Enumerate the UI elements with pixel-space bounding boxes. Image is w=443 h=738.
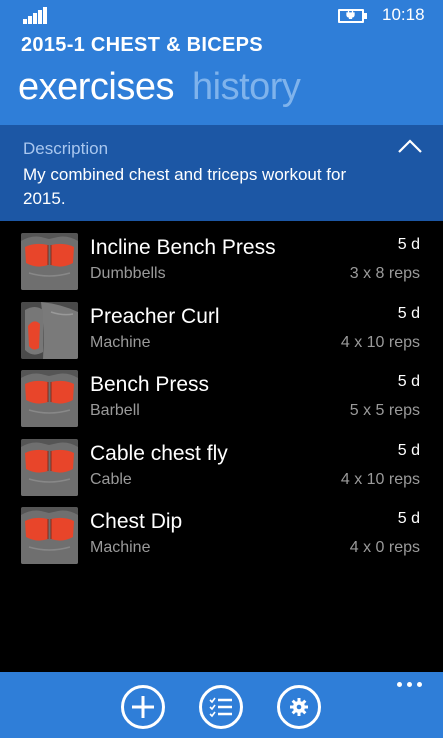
exercise-days: 5 d: [397, 510, 420, 527]
clock: 10:18: [382, 5, 425, 24]
add-button[interactable]: [121, 685, 165, 729]
battery-charging-icon: [338, 9, 368, 23]
chest-muscle-icon: [21, 439, 78, 496]
exercise-equipment: Machine: [90, 334, 151, 351]
exercise-name: Preacher Curl: [90, 305, 220, 328]
header: 10:18 2015-1 CHEST & BICEPS exercises his…: [0, 0, 443, 125]
exercise-name: Chest Dip: [90, 510, 183, 533]
description-label: Description: [23, 139, 109, 158]
settings-gear-icon: [290, 698, 308, 716]
exercise-days: 5 d: [397, 305, 420, 322]
settings-button[interactable]: [277, 685, 321, 729]
chest-muscle-icon: [21, 370, 78, 427]
more-ellipsis-icon[interactable]: [397, 682, 423, 688]
exercise-equipment: Machine: [90, 539, 151, 556]
checklist-icon: [209, 697, 232, 718]
exercise-reps: 5 x 5 reps: [349, 402, 420, 419]
exercise-reps: 4 x 10 reps: [340, 334, 420, 351]
chest-muscle-icon: [21, 507, 78, 564]
list-item[interactable]: Chest Dip Machine 5 d 4 x 0 reps: [0, 504, 443, 566]
description-text: My combined chest and triceps workout fo…: [23, 165, 347, 208]
exercise-days: 5 d: [397, 442, 420, 459]
exercise-reps: 3 x 8 reps: [349, 265, 420, 282]
list-item[interactable]: Bench Press Barbell 5 d 5 x 5 reps: [0, 367, 443, 429]
exercise-name: Bench Press: [90, 373, 210, 396]
exercise-reps: 4 x 10 reps: [340, 471, 420, 488]
exercise-name: Cable chest fly: [90, 442, 228, 465]
exercise-equipment: Cable: [90, 471, 132, 488]
exercise-equipment: Barbell: [90, 402, 140, 419]
list-item[interactable]: Incline Bench Press Dumbbells 5 d 3 x 8 …: [0, 230, 443, 292]
chevron-up-icon[interactable]: [398, 139, 422, 153]
exercise-reps: 4 x 0 reps: [349, 539, 420, 556]
chest-muscle-icon: [21, 233, 78, 290]
pivot-tabs: exercises history: [18, 66, 301, 118]
exercise-name: Incline Bench Press: [90, 236, 276, 259]
tab-history[interactable]: history: [192, 66, 301, 108]
page-title: 2015-1 CHEST & BICEPS: [21, 34, 263, 56]
tab-exercises[interactable]: exercises: [18, 66, 175, 108]
list-item[interactable]: Cable chest fly Cable 5 d 4 x 10 reps: [0, 436, 443, 498]
description-panel[interactable]: Description My combined chest and tricep…: [0, 125, 443, 221]
signal-bars-icon: [23, 6, 50, 24]
app-bar: [0, 672, 443, 738]
exercise-days: 5 d: [397, 373, 420, 390]
exercise-equipment: Dumbbells: [90, 265, 166, 282]
checklist-button[interactable]: [199, 685, 243, 729]
exercise-days: 5 d: [397, 236, 420, 253]
status-bar: 10:18: [0, 0, 443, 30]
list-item[interactable]: Preacher Curl Machine 5 d 4 x 10 reps: [0, 299, 443, 361]
add-icon: [132, 696, 154, 718]
biceps-muscle-icon: [21, 302, 78, 359]
